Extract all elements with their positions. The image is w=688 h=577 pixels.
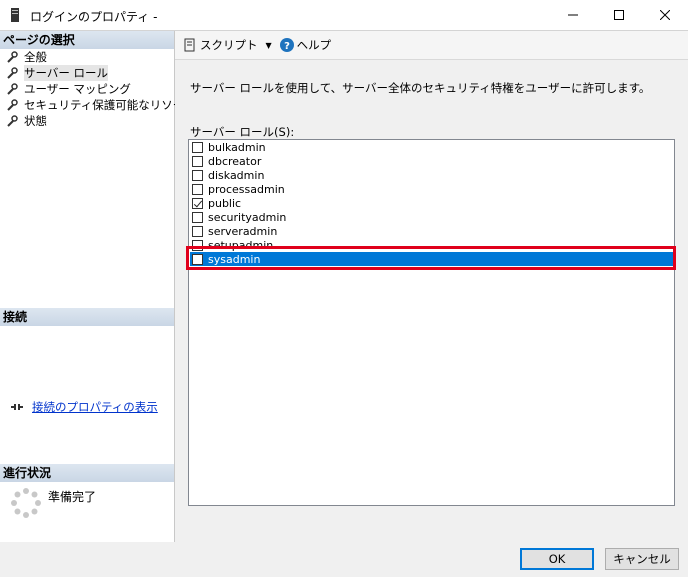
role-name: securityadmin	[208, 210, 287, 224]
help-button[interactable]: ? ヘルプ	[279, 37, 332, 53]
maximize-button[interactable]	[596, 0, 642, 30]
page-general[interactable]: 全般	[6, 49, 47, 65]
wrench-icon	[7, 51, 18, 63]
role-row-securityadmin[interactable]: securityadmin	[190, 210, 673, 224]
page-user-mapping[interactable]: ユーザー マッピング	[6, 81, 131, 97]
wrench-icon	[7, 115, 18, 127]
server-roles-label: サーバー ロール(S):	[190, 125, 295, 139]
script-label: スクリプト	[200, 38, 258, 52]
role-row-serveradmin[interactable]: serveradmin	[190, 224, 673, 238]
progress-area: 準備完了	[10, 487, 96, 519]
minimize-button[interactable]	[550, 0, 596, 30]
checkbox[interactable]	[192, 183, 203, 195]
checkbox[interactable]	[192, 225, 203, 237]
page-label: 全般	[24, 50, 47, 64]
checkbox[interactable]	[192, 141, 203, 153]
page-label: 状態	[24, 114, 47, 128]
minimize-icon	[568, 14, 578, 16]
role-row-public[interactable]: public	[190, 196, 673, 210]
help-icon: ?	[279, 38, 294, 52]
role-row-diskadmin[interactable]: diskadmin	[190, 168, 673, 182]
page-description: サーバー ロールを使用して、サーバー全体のセキュリティ特権をユーザーに許可します…	[190, 81, 651, 95]
spinner-icon	[11, 488, 41, 518]
role-row-bulkadmin[interactable]: bulkadmin	[190, 140, 673, 154]
role-name: public	[208, 196, 242, 210]
ok-button[interactable]: OK	[520, 548, 594, 570]
role-name: bulkadmin	[208, 140, 266, 154]
wrench-icon	[7, 99, 18, 111]
title-bar: ログインのプロパティ -	[0, 0, 688, 30]
server-icon	[11, 8, 19, 22]
plug-icon	[11, 404, 23, 410]
role-name: processadmin	[208, 182, 285, 196]
connection-header: 接続	[0, 308, 174, 326]
pages-header: ページの選択	[0, 31, 174, 49]
close-icon	[660, 10, 670, 20]
role-name: diskadmin	[208, 168, 265, 182]
script-button[interactable]: スクリプト ▼	[183, 37, 272, 53]
page-server-roles[interactable]: サーバー ロール	[6, 65, 109, 81]
checkbox-checked[interactable]	[192, 197, 203, 209]
role-row-dbcreator[interactable]: dbcreator	[190, 154, 673, 168]
wrench-icon	[7, 67, 18, 79]
highlight-box	[186, 246, 676, 270]
checkbox[interactable]	[192, 155, 203, 167]
checkbox[interactable]	[192, 169, 203, 181]
role-row-processadmin[interactable]: processadmin	[190, 182, 673, 196]
page-label: セキュリティ保護可能なリソース	[24, 98, 196, 112]
connection-properties-row: 接続のプロパティの表示	[10, 399, 158, 415]
progress-header: 進行状況	[0, 464, 174, 482]
left-pane: ページの選択 全般 サーバー ロール ユーザー マッピング セキュリティ保護可能…	[0, 31, 195, 542]
toolbar: スクリプト ▼ ? ヘルプ	[175, 31, 688, 60]
server-roles-list[interactable]: bulkadmin dbcreator diskadmin processadm…	[188, 139, 675, 506]
page-label: ユーザー マッピング	[24, 82, 131, 96]
view-connection-properties-link[interactable]: 接続のプロパティの表示	[32, 399, 158, 415]
help-label: ヘルプ	[296, 38, 332, 52]
page-label: サーバー ロール	[24, 65, 109, 81]
wrench-icon	[7, 83, 18, 95]
progress-status: 準備完了	[48, 490, 97, 504]
checkbox[interactable]	[192, 211, 203, 223]
cancel-button[interactable]: キャンセル	[605, 548, 679, 570]
window-title: ログインのプロパティ -	[30, 10, 158, 24]
role-name: dbcreator	[208, 154, 262, 168]
role-name: serveradmin	[208, 224, 278, 238]
script-icon	[184, 38, 195, 52]
chevron-down-icon[interactable]: ▼	[266, 41, 272, 50]
maximize-icon	[614, 10, 624, 20]
page-securables[interactable]: セキュリティ保護可能なリソース	[6, 97, 195, 113]
svg-text:?: ?	[284, 41, 290, 52]
close-button[interactable]	[642, 0, 688, 30]
page-status[interactable]: 状態	[6, 113, 47, 129]
